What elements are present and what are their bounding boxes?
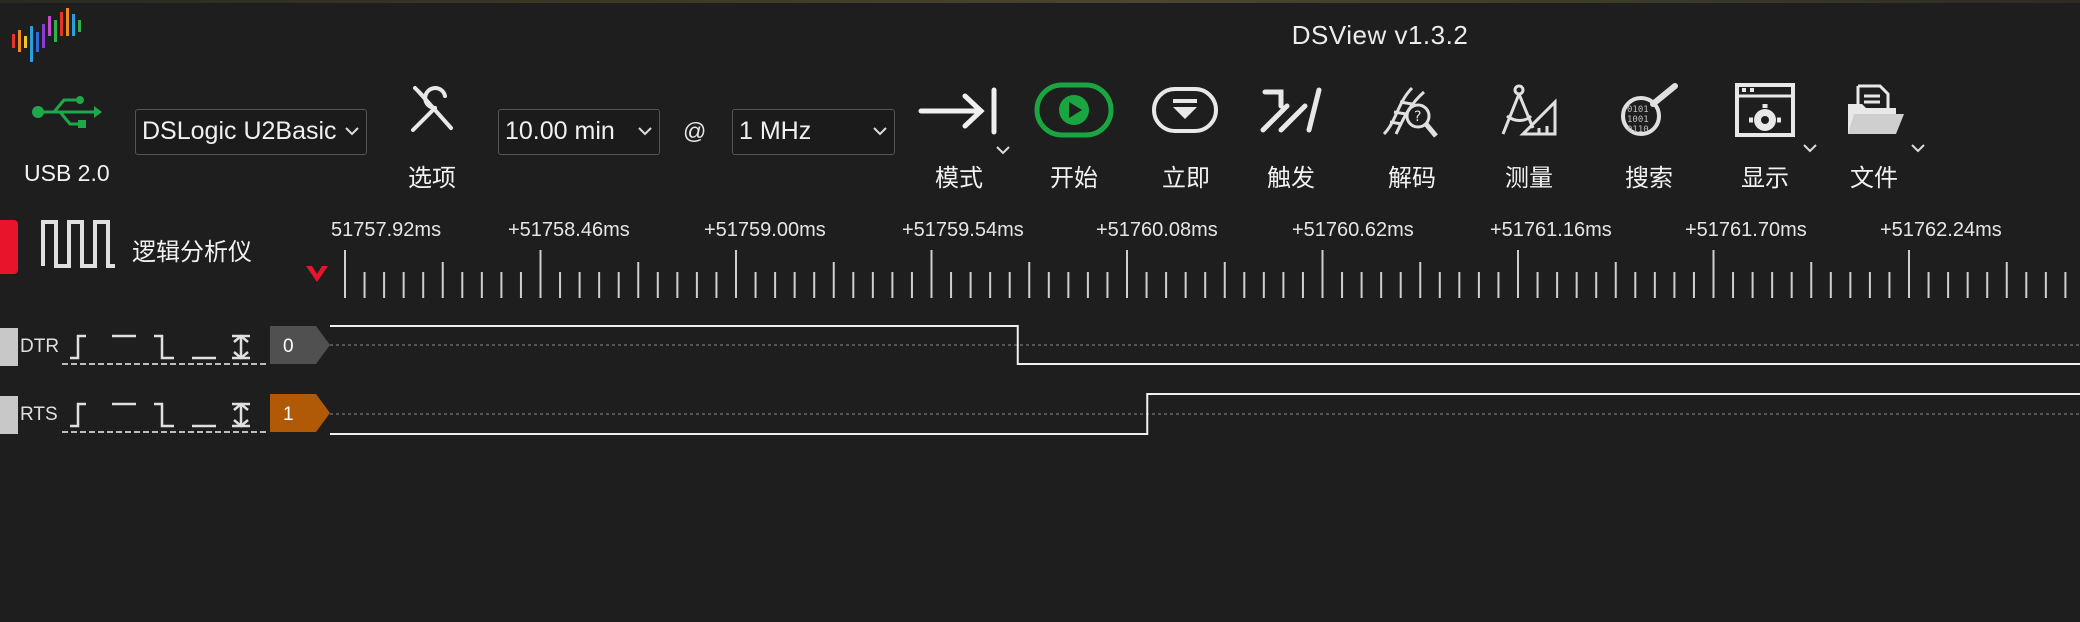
instant-label: 立即 [1162,165,1210,192]
decode-button[interactable]: ? 解码 [1370,78,1460,192]
usb-icon [32,96,102,128]
measure-label: 测量 [1505,165,1553,192]
svg-text:?: ? [1414,109,1421,125]
svg-text:0110: 0110 [1627,125,1649,135]
chevron-down-icon [638,127,652,136]
window-title: DSView v1.3.2 [1291,20,1469,50]
sample-rate-select[interactable]: 1 MHz [732,109,895,155]
file-button[interactable]: 文件 [1840,78,1940,192]
duration-select[interactable]: 10.00 min [498,109,660,155]
folder-icon [1848,84,1904,134]
sample-rate-value: 1 MHz [739,117,812,145]
search-button[interactable]: 0101 1001 0110 搜索 [1605,78,1695,192]
chevron-down-icon [996,146,1010,155]
at-label: @ [683,118,707,144]
search-icon: 0101 1001 0110 [1621,83,1678,136]
svg-text:1001: 1001 [1627,115,1649,125]
mode-button[interactable]: 模式 [915,78,1015,192]
play-icon [1034,82,1114,138]
display-label: 显示 [1741,165,1789,192]
instant-capture-icon [1152,87,1218,133]
device-select[interactable]: DSLogic U2Basic [135,109,367,155]
waveform-area[interactable] [0,310,2080,450]
compass-ruler-icon [1501,84,1557,136]
instant-button[interactable]: 立即 [1145,78,1230,192]
arrow-to-line-icon [918,87,997,135]
time-ruler[interactable] [0,210,2080,310]
measure-button[interactable]: 测量 [1485,78,1575,192]
search-label: 搜索 [1625,165,1673,192]
dsview-logo-icon [12,8,81,62]
trigger-icon [1260,87,1322,133]
window-top-strip [0,0,2080,3]
duration-select-value: 10.00 min [505,117,615,145]
file-label: 文件 [1850,165,1898,192]
tools-icon [411,86,453,132]
start-label: 开始 [1050,165,1098,192]
chevron-down-icon [873,127,887,136]
display-settings-icon [1735,83,1795,137]
chevron-down-icon [1911,144,1925,153]
trigger-button[interactable]: 触发 [1255,78,1340,192]
device-select-value: DSLogic U2Basic [142,117,337,145]
mode-label: 模式 [935,165,983,192]
chevron-down-icon [345,127,359,136]
display-button[interactable]: 显示 [1730,78,1840,192]
usb-status-label: USB 2.0 [24,160,110,186]
dna-magnifier-icon: ? [1382,86,1438,138]
options-label: 选项 [408,165,456,192]
start-button[interactable]: 开始 [1030,78,1120,192]
svg-text:0101: 0101 [1627,105,1649,115]
channel-rts-waveform[interactable] [330,393,2080,435]
trigger-label: 触发 [1267,165,1315,192]
chevron-down-icon [1803,144,1817,153]
channel-dtr-waveform[interactable] [330,325,2080,365]
options-button[interactable]: 选项 [395,78,471,192]
decode-label: 解码 [1388,165,1436,192]
